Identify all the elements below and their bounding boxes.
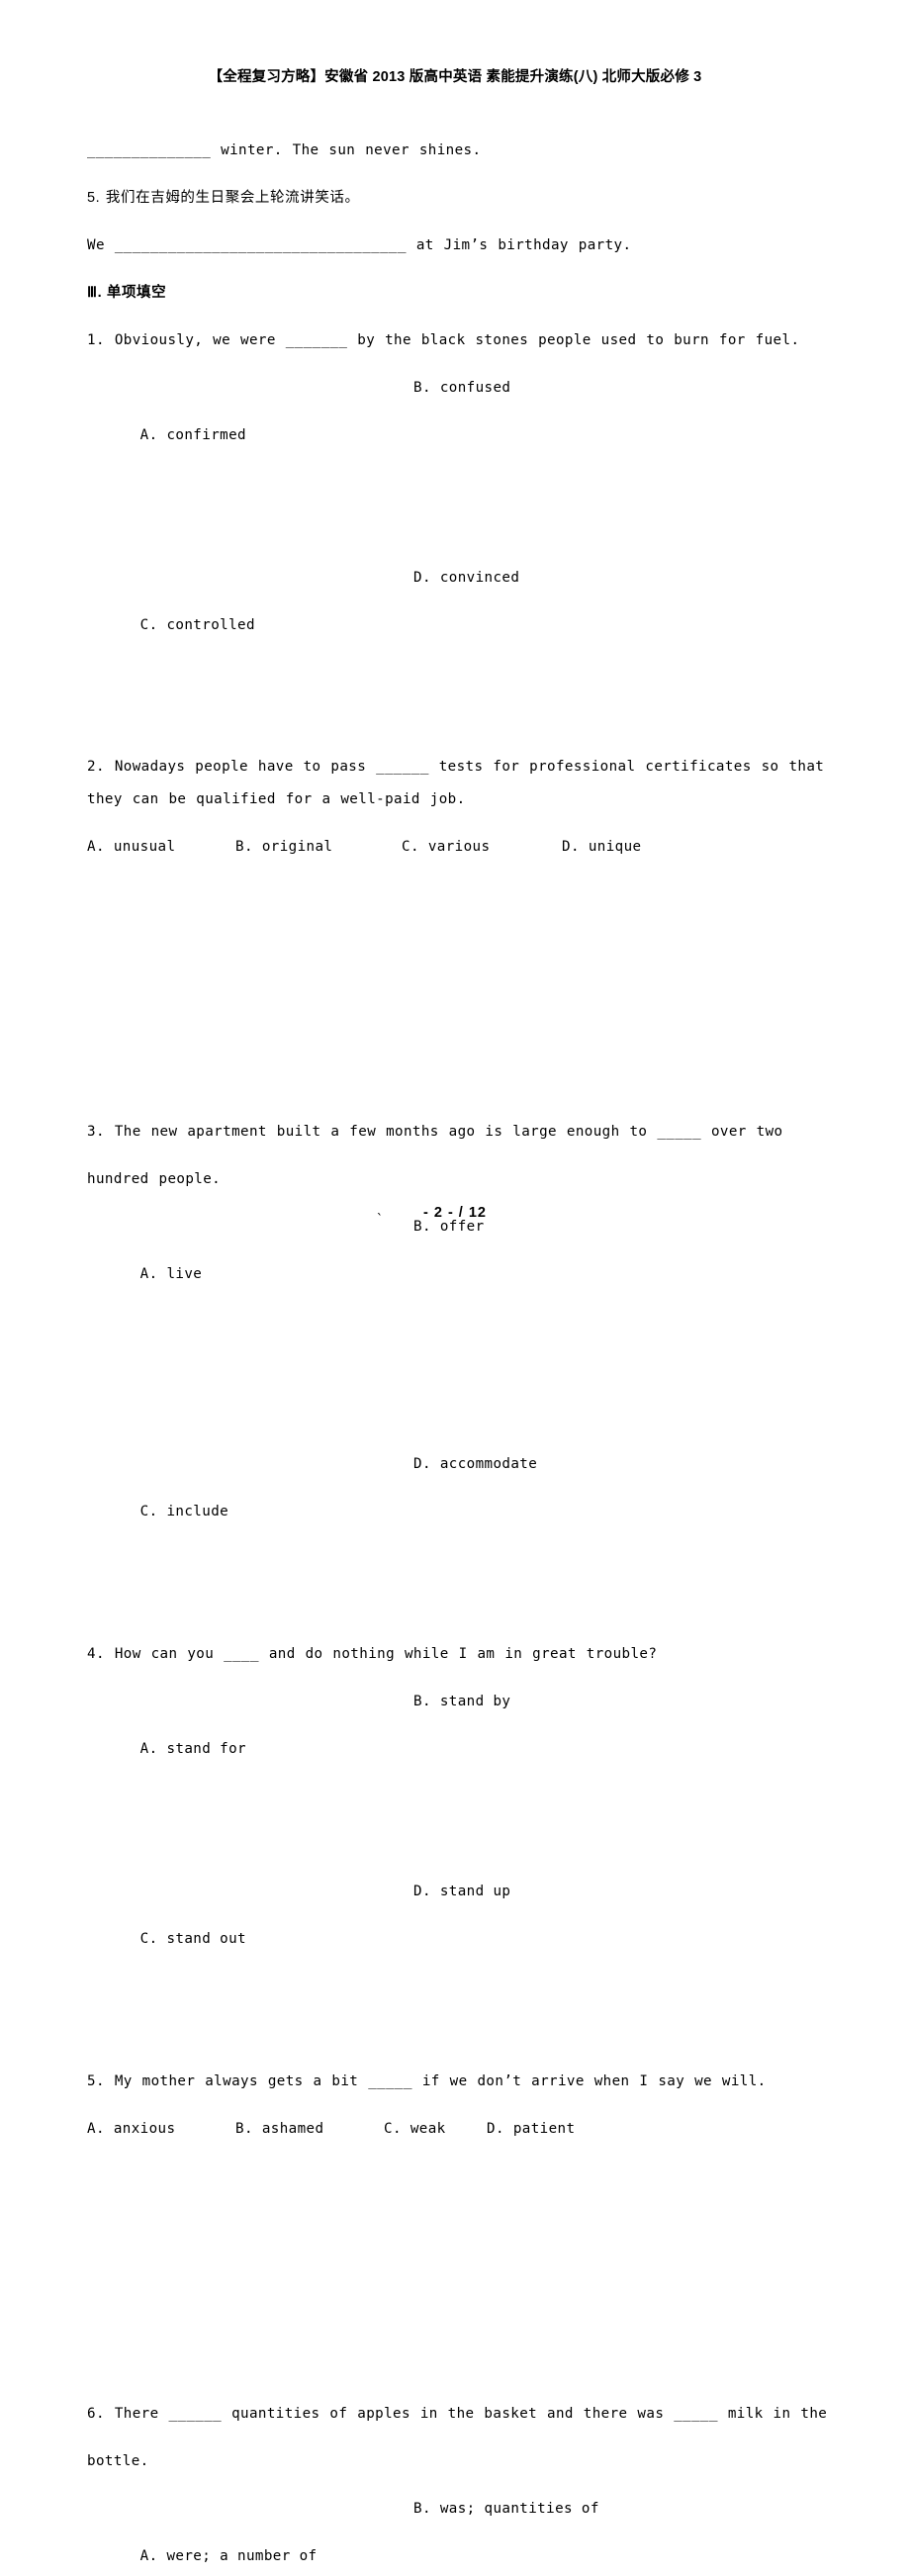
mc-question-1-options-row-1: A. confirmed B. confused <box>87 364 831 554</box>
option-2b: B. original <box>235 839 333 855</box>
option-2a: A. unusual <box>87 839 176 855</box>
mc-question-4-options-row-2: C. stand out D. stand up <box>87 1868 831 2058</box>
option-1b: B. confused <box>413 380 511 396</box>
option-5d: D. patient <box>487 2121 576 2137</box>
document-body: ______________ winter. The sun never shi… <box>87 127 831 2576</box>
option-1c: C. controlled <box>139 617 255 633</box>
option-5c: C. weak <box>384 2121 446 2137</box>
page-header: 【全程复习方略】安徽省 2013 版高中英语 素能提升演练(八) 北师大版必修 … <box>208 69 702 85</box>
option-6a: A. were; a number of <box>139 2548 318 2564</box>
option-1a: A. confirmed <box>139 427 246 443</box>
translation-question-5-answer-line: We _________________________________ at … <box>87 237 632 253</box>
translation-question-5-prompt: 5. 我们在吉姆的生日聚会上轮流讲笑话。 <box>87 190 360 206</box>
option-4d: D. stand up <box>413 1884 511 1899</box>
option-5a: A. anxious <box>87 2121 176 2137</box>
mc-question-6: 6. There ______ quantities of apples in … <box>87 2406 838 2469</box>
option-2d: D. unique <box>562 839 642 855</box>
mc-question-3-options-row-2: C. include D. accommodate <box>87 1440 831 1630</box>
mc-question-5: 5. My mother always gets a bit _____ if … <box>87 2073 767 2089</box>
mc-question-4: 4. How can you ____ and do nothing while… <box>87 1646 658 1662</box>
option-4c: C. stand out <box>139 1931 246 1947</box>
mc-question-1-options-row-2: C. controlled D. convinced <box>87 554 831 744</box>
option-5b: B. ashamed <box>235 2121 324 2137</box>
page-footer: - 2 - / 12 <box>423 1205 487 1221</box>
option-3d: D. accommodate <box>413 1456 538 1472</box>
section-heading-3: Ⅲ. 单项填空 <box>87 285 167 301</box>
mc-question-1: 1. Obviously, we were _______ by the bla… <box>87 332 800 348</box>
mc-question-6-options-row-1: A. were; a number of B. was; quantities … <box>87 2485 831 2576</box>
option-1d: D. convinced <box>413 570 520 586</box>
option-6b: B. was; quantities of <box>413 2501 599 2517</box>
option-3c: C. include <box>139 1504 229 1519</box>
mc-question-5-options-row: A. anxious B. ashamed C. weak D. patient <box>87 2105 831 2390</box>
document-page: 【全程复习方略】安徽省 2013 版高中英语 素能提升演练(八) 北师大版必修 … <box>0 0 910 2564</box>
option-4b: B. stand by <box>413 1694 511 1709</box>
mc-question-3-options-row-1: A. live ` B. offer <box>87 1203 831 1440</box>
option-3a: A. live <box>139 1266 203 1282</box>
mc-question-2-options-row: A. unusual B. original C. various D. uni… <box>87 823 831 1108</box>
option-4a: A. stand for <box>139 1741 246 1757</box>
option-2c: C. various <box>402 839 491 855</box>
mc-question-3: 3. The new apartment built a few months … <box>87 1124 793 1187</box>
mc-question-2: 2. Nowadays people have to pass ______ t… <box>87 759 835 807</box>
mc-question-4-options-row-1: A. stand for B. stand by <box>87 1678 831 1868</box>
text-line-continuation: ______________ winter. The sun never shi… <box>87 142 482 158</box>
